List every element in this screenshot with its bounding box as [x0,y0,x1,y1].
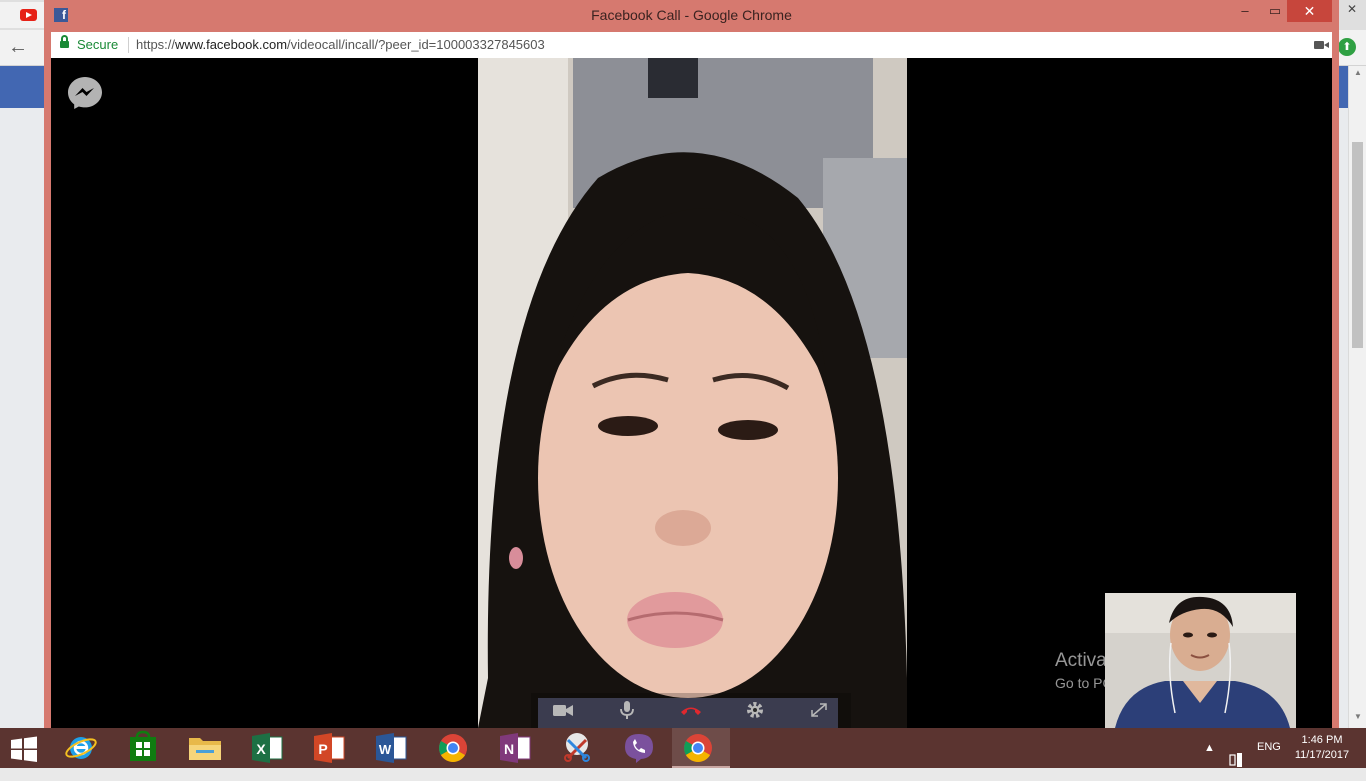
close-button[interactable]: ✕ [1287,0,1332,22]
remote-video [478,58,907,728]
url-path: /videocall/incall/?peer_id=1000033278456… [287,37,545,52]
video-stage: Activate Windows Go to PC settings to ac… [51,58,1332,728]
scroll-down-icon[interactable]: ▼ [1349,712,1366,726]
youtube-tab[interactable] [0,2,46,28]
taskbar-app-chrome[interactable] [424,728,482,768]
url-text[interactable]: https://www.facebook.com/videocall/incal… [136,37,545,52]
fullscreen-icon[interactable] [807,699,831,721]
svg-text:W: W [379,742,392,757]
svg-text:P: P [318,741,327,757]
url-host: www.facebook.com [175,37,288,52]
settings-gear-icon[interactable] [743,699,767,721]
clock-date: 11/17/2017 [1294,749,1350,761]
taskbar-app-file-explorer[interactable] [176,728,234,768]
taskbar-app-snipping-tool[interactable] [548,728,606,768]
lock-icon [60,35,69,49]
taskbar-app-chrome-active[interactable] [672,728,730,768]
word-icon: W [376,733,407,763]
windows-taskbar: X P W N ▲ ENG 1:46 PM 11/17/2017 [0,728,1366,768]
viber-icon [625,734,653,763]
file-explorer-icon [189,738,221,760]
taskbar-app-excel[interactable]: X [238,728,296,768]
remote-person-image [478,58,907,728]
call-popup-window: f Facebook Call - Google Chrome – ▭ ✕ Se… [44,0,1339,728]
taskbar-app-internet-explorer[interactable] [52,728,110,768]
back-arrow-icon[interactable]: ← [6,36,30,58]
title-bar[interactable]: f Facebook Call - Google Chrome – ▭ ✕ [44,0,1339,30]
background-close-button[interactable]: ✕ [1342,2,1362,18]
taskbar-app-onenote[interactable]: N [486,728,544,768]
divider [128,37,129,53]
taskbar-app-viber[interactable] [610,728,668,768]
internet-explorer-icon [65,737,97,759]
scroll-up-icon[interactable]: ▲ [1349,68,1366,82]
secure-label[interactable]: Secure [77,37,118,52]
local-self-video[interactable] [1105,593,1296,728]
window-title: Facebook Call - Google Chrome [591,7,792,23]
svg-text:N: N [504,741,514,757]
taskbar-app-powerpoint[interactable]: P [300,728,358,768]
tray-overflow-chevron-icon[interactable]: ▲ [1204,742,1218,756]
chrome-active-icon [684,734,712,762]
network-status-icon[interactable] [1228,740,1244,780]
clock-time: 1:46 PM [1301,734,1343,746]
chrome-icon [439,734,467,762]
svg-text:X: X [256,741,266,757]
snipping-tool-icon [564,733,590,762]
taskbar-app-word[interactable]: W [362,728,420,768]
taskbar-app-store[interactable] [114,728,172,768]
scrollbar-thumb[interactable] [1352,142,1363,348]
background-scrollbar[interactable]: ▲ ▼ [1348,66,1366,728]
onenote-icon: N [500,733,531,763]
system-clock[interactable]: 1:46 PM 11/17/2017 [1290,733,1354,763]
powerpoint-icon: P [314,733,345,763]
minimize-button[interactable]: – [1230,0,1260,22]
video-camera-icon[interactable] [551,699,575,721]
windows-start-icon[interactable] [10,736,38,762]
end-call-icon[interactable] [679,699,703,721]
language-indicator[interactable]: ENG [1257,741,1281,781]
windows-store-icon [130,730,156,761]
microphone-icon[interactable] [615,699,639,721]
maximize-button[interactable]: ▭ [1260,0,1290,22]
excel-icon: X [252,733,283,763]
call-controls-bar [531,693,851,728]
local-person-image [1105,593,1296,728]
messenger-icon[interactable] [67,75,103,109]
extension-icon[interactable]: ⬆ [1338,38,1356,56]
camera-permission-icon[interactable] [1314,41,1329,49]
address-bar[interactable]: Secure https://www.facebook.com/videocal… [51,32,1332,58]
url-scheme: https:// [136,37,176,52]
youtube-icon [20,9,37,21]
